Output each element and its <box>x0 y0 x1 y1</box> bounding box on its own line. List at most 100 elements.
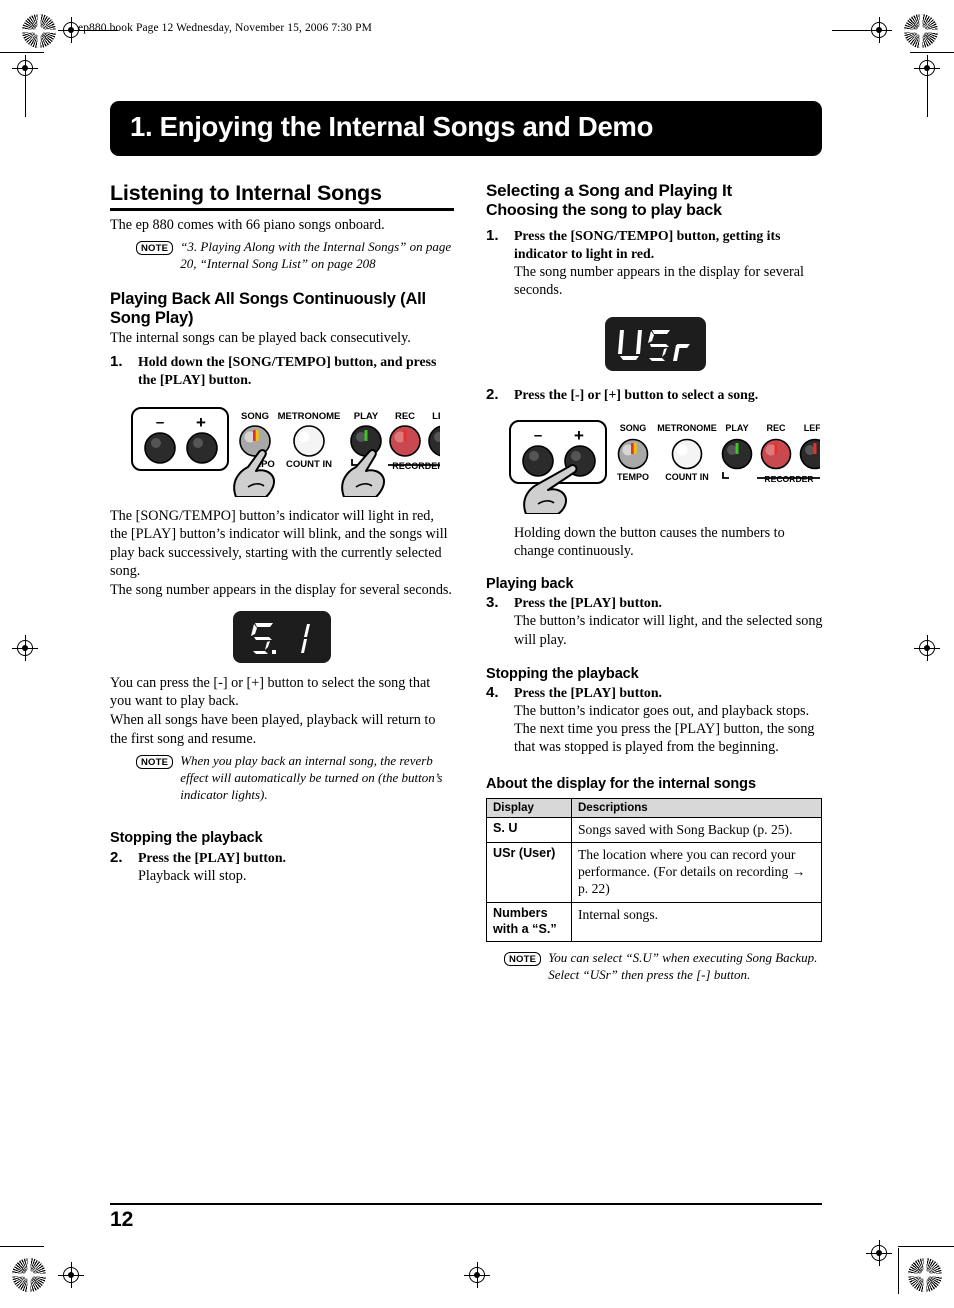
printer-starburst-mark-bottom-left <box>12 1258 46 1292</box>
step-2-right: 2. Press the [-] or [+] button to select… <box>486 386 824 404</box>
registration-mark-right-upper <box>914 55 940 117</box>
trim-mark-top-left <box>0 52 44 54</box>
after-display-text-2: When all songs have been played, playbac… <box>110 712 436 747</box>
subsection-intro-text: The internal songs can be played back co… <box>110 330 411 347</box>
table-header-row: Display Descriptions <box>486 797 822 818</box>
step-desc-text: The song number appears in the display f… <box>514 264 804 299</box>
table-row: USr (User) The location where you can re… <box>486 841 822 903</box>
step-lead-text: Press the [PLAY] button. <box>514 684 662 700</box>
registration-mark-bottom-right-inner <box>866 1240 892 1266</box>
step-number: 1. <box>486 227 499 245</box>
svg-text:METRONOME: METRONOME <box>278 411 341 422</box>
trim-mark-top-right <box>910 52 954 54</box>
step-2-desc-text: Holding down the button causes the numbe… <box>514 524 785 559</box>
panel-illustration-song-and-play: – + SONG MPO METRONOME COUNT IN PLAY REC… <box>126 401 454 498</box>
note-internal-songs: NOTE “3. Playing Along with the Internal… <box>110 239 454 273</box>
section-title-listening: Listening to Internal Songs <box>110 181 382 205</box>
note-text: You can select “S.U” when executing Song… <box>548 950 818 983</box>
subsection-title-choosing-song: Choosing the song to play back <box>486 201 722 219</box>
display-panel-song-number <box>234 611 330 662</box>
step-number: 2. <box>110 848 123 866</box>
registration-mark-left-upper <box>12 55 38 117</box>
section-title-selecting-song: Selecting a Song and Playing It <box>486 181 733 200</box>
step-desc-text: Playback will stop. <box>138 867 247 884</box>
svg-text:SONG: SONG <box>241 411 269 422</box>
svg-text:+: + <box>196 413 206 432</box>
heading-playing-back: Playing back <box>486 576 574 593</box>
step-3-right: 3. Press the [PLAY] button. The button’s… <box>486 594 824 649</box>
printer-starburst-mark-top-left <box>22 14 56 48</box>
table-header-display: Display <box>486 797 572 818</box>
table-cell-display: USr (User) <box>486 841 572 903</box>
registration-mark-bottom-left-inner <box>58 1262 84 1288</box>
svg-text:RECORDER: RECORDER <box>392 461 440 471</box>
note-reverb: NOTE When you play back an internal song… <box>110 753 454 804</box>
table-row: Numbers with a “S.” Internal songs. <box>486 901 822 943</box>
note-tag-icon: NOTE <box>504 952 542 967</box>
step-4-right: 4. Press the [PLAY] button. The button’s… <box>486 684 824 757</box>
svg-text:RECORDER: RECORDER <box>764 474 814 484</box>
step-number: 2. <box>486 385 499 403</box>
note-text: “3. Playing Along with the Internal Song… <box>180 238 452 271</box>
display-descriptions-table: Display Descriptions S. U Songs saved wi… <box>486 797 822 943</box>
chapter-banner: 1. Enjoying the Internal Songs and Demo <box>110 101 822 156</box>
left-column: Listening to Internal Songs The ep 880 c… <box>110 181 454 885</box>
page-number: 12 <box>110 1208 134 1231</box>
right-column: Selecting a Song and Playing It Choosing… <box>486 181 824 984</box>
step-lead-text: Press the [PLAY] button. <box>138 849 286 865</box>
table-cell-display: Numbers with a “S.” <box>486 901 572 943</box>
printer-starburst-mark-bottom-right <box>908 1258 942 1292</box>
trim-mark-bottom-right <box>898 1246 954 1248</box>
svg-text:REC: REC <box>395 411 415 422</box>
table-cell-description: Internal songs. <box>571 901 822 943</box>
note-tag-icon: NOTE <box>136 754 174 769</box>
intro-text: The ep 880 comes with 66 piano songs onb… <box>110 216 385 233</box>
step-number: 1. <box>110 353 123 371</box>
chapter-title: 1. Enjoying the Internal Songs and Demo <box>130 111 654 142</box>
svg-text:REC: REC <box>766 423 786 433</box>
display-panel-usr <box>605 317 705 370</box>
footer-rule <box>110 1203 822 1206</box>
svg-text:METRONOME: METRONOME <box>657 423 717 433</box>
svg-text:+: + <box>574 426 584 445</box>
registration-mark-left-lower <box>12 635 38 661</box>
heading-about-display: About the display for the internal songs <box>486 775 756 792</box>
svg-text:PLAY: PLAY <box>354 411 379 422</box>
note-song-backup: NOTE You can select “S.U” when executing… <box>486 950 824 984</box>
heading-stopping-playback-left: Stopping the playback <box>110 829 263 846</box>
seven-segment-usr <box>618 329 690 361</box>
svg-text:–: – <box>534 427 542 444</box>
table-cell-description: The location where you can record your p… <box>571 841 822 903</box>
step-1-desc-2: The song number appears in the display f… <box>110 582 452 599</box>
table-cell-description: Songs saved with Song Backup (p. 25). <box>571 816 822 843</box>
step-2-left: 2. Press the [PLAY] button. Playback wil… <box>110 849 454 885</box>
step-number: 4. <box>486 683 499 701</box>
note-text: When you play back an internal song, the… <box>180 752 443 802</box>
printer-starburst-mark-top-right <box>904 14 938 48</box>
step-1-left: 1. Hold down the [SONG/TEMPO] button, an… <box>110 353 454 389</box>
after-display-text-1: You can press the [-] or [+] button to s… <box>110 674 431 710</box>
svg-text:–: – <box>156 414 164 431</box>
svg-text:SONG: SONG <box>620 423 647 433</box>
panel-illustration-minus-plus: – + SONG TEMPO METRONOME COUNT IN PLAY R… <box>504 414 824 514</box>
step-1-right: 1. Press the [SONG/TEMPO] button, gettin… <box>486 227 824 299</box>
svg-text:COUNT IN: COUNT IN <box>665 472 709 482</box>
registration-mark-bottom-center <box>464 1262 490 1288</box>
note-tag-icon: NOTE <box>136 240 174 255</box>
svg-text:PLAY: PLAY <box>725 423 748 433</box>
step-1-desc-1: The [SONG/TEMPO] button’s indicator will… <box>110 508 448 580</box>
step-desc-text: The button’s indicator will light, and t… <box>514 613 823 648</box>
registration-mark-top-right-inner <box>832 17 892 43</box>
svg-text:COUNT IN: COUNT IN <box>286 459 332 470</box>
svg-text:LEFT: LEFT <box>804 423 820 433</box>
heading-stopping-playback-right: Stopping the playback <box>486 665 639 682</box>
printer-header-text: ep880.book Page 12 Wednesday, November 1… <box>78 22 372 34</box>
svg-text:TEMPO: TEMPO <box>617 472 649 482</box>
manual-page: ep880.book Page 12 Wednesday, November 1… <box>0 0 954 1308</box>
trim-mark-bottom-left <box>0 1246 44 1248</box>
step-lead-text: Press the [SONG/TEMPO] button, getting i… <box>514 228 781 262</box>
table-cell-display: S. U <box>486 816 572 843</box>
svg-text:LEFT: LEFT <box>432 411 440 422</box>
registration-mark-right-lower <box>914 635 940 661</box>
step-number: 3. <box>486 594 499 612</box>
